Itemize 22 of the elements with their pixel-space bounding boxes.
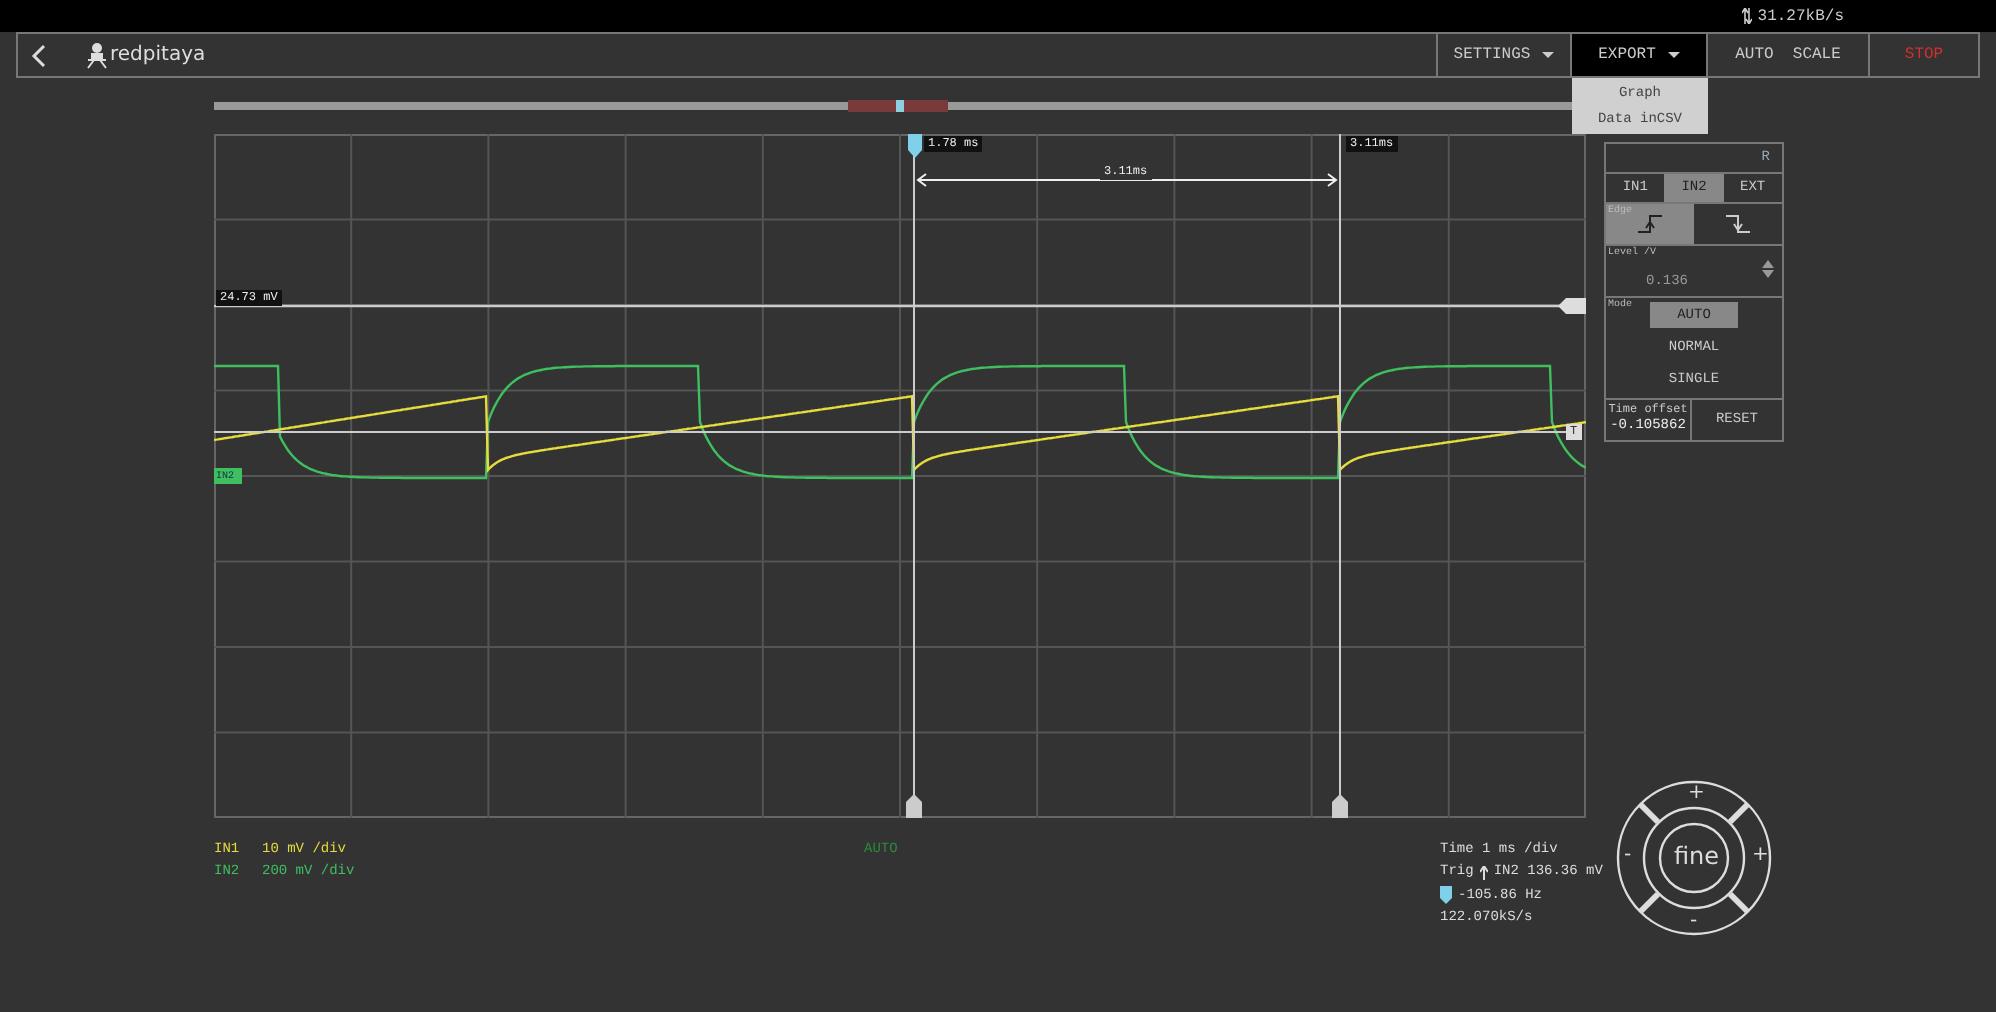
fine-button[interactable]: fine <box>1674 846 1720 866</box>
cursor-handle-icon[interactable] <box>1332 794 1348 818</box>
falling-edge-icon <box>1722 210 1754 238</box>
robot-logo-icon <box>86 41 108 69</box>
rising-edge-icon <box>1479 865 1488 879</box>
decrease-button[interactable]: - <box>1624 846 1632 866</box>
increase-button[interactable]: + <box>1752 846 1769 866</box>
caret-icon <box>1542 52 1555 58</box>
level-handle-icon[interactable] <box>1558 298 1586 314</box>
cursor-icon <box>1440 886 1452 904</box>
cursor-handle-icon[interactable] <box>906 794 922 818</box>
rising-edge-button[interactable] <box>1606 204 1694 244</box>
transfer-icon <box>1741 8 1752 24</box>
decrease-button[interactable]: - <box>1690 912 1698 932</box>
spinner-icon[interactable] <box>1762 259 1774 277</box>
caret-icon <box>1667 52 1680 58</box>
increase-button[interactable]: + <box>1688 784 1705 804</box>
data-rate: 31.27kB/s <box>1757 7 1844 25</box>
logo-text: redpitaya <box>110 44 206 66</box>
rising-edge-icon <box>1634 210 1666 238</box>
cursor-handle-icon[interactable] <box>908 134 922 158</box>
menu-button[interactable]: EXPORT <box>1570 34 1706 76</box>
